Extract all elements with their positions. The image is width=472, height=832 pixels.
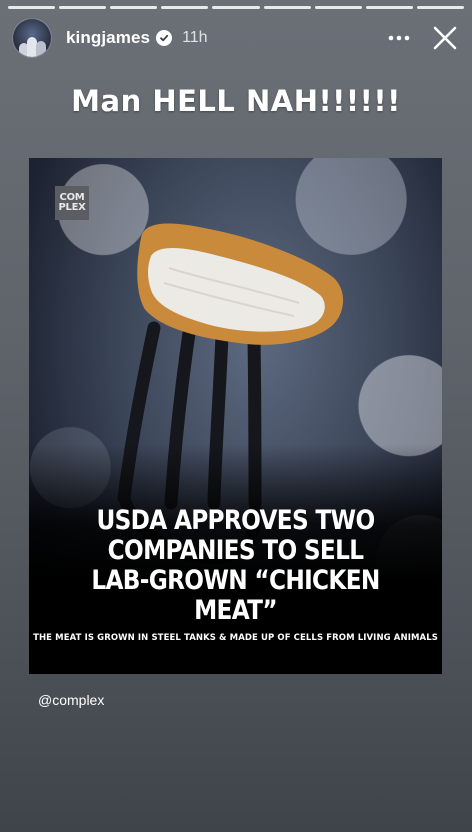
more-horizontal-icon — [388, 35, 410, 41]
story-progress-bar — [8, 6, 464, 9]
progress-segment — [365, 6, 413, 9]
close-button[interactable] — [430, 23, 460, 53]
headline-line: LAB-GROWN “CHICKEN MEAT” — [91, 565, 380, 626]
progress-segment — [263, 6, 311, 9]
story-header: kingjames 11h — [12, 18, 460, 58]
avatar[interactable] — [12, 18, 52, 58]
progress-segment — [416, 6, 464, 9]
close-icon — [433, 26, 457, 50]
username[interactable]: kingjames — [66, 28, 150, 48]
progress-segment — [161, 6, 209, 9]
shared-post-card[interactable]: COM PLEX USDA APPROVES TWO COMPANIES TO … — [29, 158, 442, 674]
headline-line: COMPANIES TO SELL — [107, 535, 364, 566]
progress-segment — [110, 6, 158, 9]
timestamp: 11h — [182, 29, 208, 46]
complex-logo: COM PLEX — [55, 186, 89, 220]
progress-segment — [314, 6, 362, 9]
progress-segment — [8, 6, 56, 9]
more-options-button[interactable] — [384, 23, 414, 53]
post-subheadline: THE MEAT IS GROWN IN STEEL TANKS & MADE … — [33, 633, 438, 643]
progress-segment — [59, 6, 107, 9]
headline-line: USDA APPROVES TWO — [96, 505, 375, 536]
verified-badge-icon — [156, 30, 173, 46]
post-headline: USDA APPROVES TWO COMPANIES TO SELL LAB-… — [58, 506, 413, 626]
story-caption: Man HELL NAH!!!!!! — [71, 84, 401, 118]
mention-link[interactable]: @complex — [38, 692, 104, 708]
progress-segment — [212, 6, 260, 9]
